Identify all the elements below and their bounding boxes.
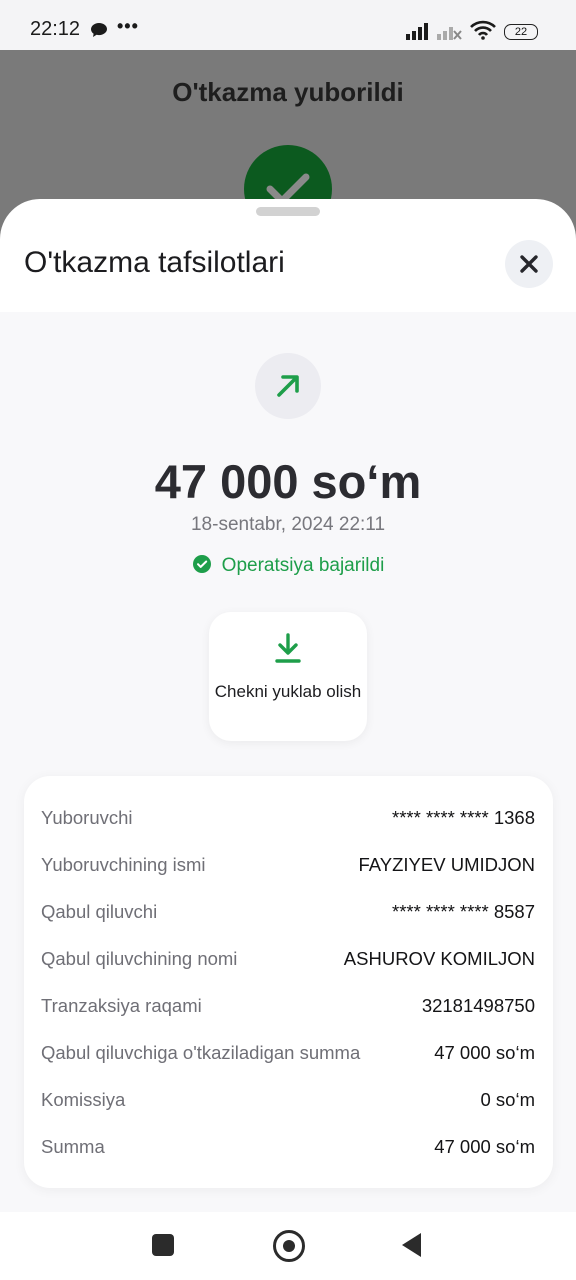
home-dot-icon <box>283 1240 295 1252</box>
wifi-icon <box>470 20 496 45</box>
detail-row-total: Summa 47 000 so‘m <box>41 1136 535 1162</box>
detail-row-transfer-amount: Qabul qiluvchiga o'tkaziladigan summa 47… <box>41 1042 535 1068</box>
detail-label: Tranzaksiya raqami <box>41 995 202 1016</box>
back-triangle-icon <box>402 1233 421 1257</box>
detail-value: **** **** **** 1368 <box>392 807 535 828</box>
transfer-amount: 47 000 so‘m <box>154 455 422 508</box>
detail-label: Qabul qiluvchining nomi <box>41 948 238 969</box>
detail-value: 47 000 so‘m <box>434 1136 535 1157</box>
home-button[interactable] <box>273 1230 305 1262</box>
detail-value: **** **** **** 8587 <box>392 901 535 922</box>
close-button[interactable] <box>505 240 553 288</box>
download-icon <box>273 632 303 669</box>
detail-row-recipient-card: Qabul qiluvchi **** **** **** 8587 <box>41 901 535 927</box>
status-time: 22:12 <box>30 18 81 40</box>
detail-label: Qabul qiluvchiga o'tkaziladigan summa <box>41 1042 361 1063</box>
detail-value: 47 000 so‘m <box>434 1042 535 1063</box>
backdrop-title: O'tkazma yuborildi <box>172 77 404 107</box>
detail-row-sender-name: Yuboruvchining ismi FAYZIYEV UMIDJON <box>41 854 535 880</box>
detail-row-commission: Komissiya 0 so‘m <box>41 1089 535 1115</box>
status-bar: 22:12 ••• 22 <box>0 0 576 50</box>
back-button[interactable] <box>400 1232 422 1263</box>
detail-label: Yuboruvchi <box>41 807 133 828</box>
detail-label: Yuboruvchining ismi <box>41 854 206 875</box>
detail-value: ASHUROV KOMILJON <box>343 948 535 969</box>
recent-apps-button[interactable] <box>152 1234 174 1256</box>
detail-value: FAYZIYEV UMIDJON <box>358 854 535 875</box>
sheet-drag-handle[interactable] <box>256 207 320 216</box>
detail-label: Summa <box>41 1136 105 1157</box>
close-icon <box>520 255 538 273</box>
transfer-datetime: 18-sentabr, 2024 22:11 <box>190 514 386 535</box>
details-card: Yuboruvchi **** **** **** 1368 Yuboruvch… <box>24 776 553 1188</box>
screen: 22:12 ••• 22 O'tkazma yuborildi O'tkazma… <box>0 0 576 1280</box>
transfer-status: Operatsiya bajarildi <box>0 554 576 580</box>
detail-label: Komissiya <box>41 1089 126 1110</box>
navigation-bar <box>0 1212 576 1280</box>
detail-value: 0 so‘m <box>480 1089 536 1110</box>
detail-row-sender-card: Yuboruvchi **** **** **** 1368 <box>41 807 535 833</box>
download-receipt-button[interactable]: Chekni yuklab olish <box>209 612 367 741</box>
sheet-title: O'tkazma tafsilotlari <box>24 246 285 279</box>
detail-label: Qabul qiluvchi <box>41 901 158 922</box>
outgoing-transfer-badge <box>255 353 321 419</box>
battery-indicator: 22 <box>504 24 538 40</box>
signal-icon <box>406 22 432 45</box>
detail-value[interactable]: 32181498750 <box>422 995 535 1017</box>
download-receipt-label: Chekni yuklab olish <box>214 682 362 701</box>
signal-off-icon <box>437 22 463 45</box>
transfer-status-text: Operatsiya bajarildi <box>221 555 385 576</box>
arrow-up-right-icon <box>277 375 299 397</box>
chat-bubble-icon <box>90 22 108 43</box>
check-circle-icon <box>192 554 212 580</box>
detail-row-transaction-id: Tranzaksiya raqami 32181498750 <box>41 995 535 1021</box>
detail-row-recipient-name: Qabul qiluvchining nomi ASHUROV KOMILJON <box>41 948 535 974</box>
more-icon: ••• <box>117 16 139 36</box>
